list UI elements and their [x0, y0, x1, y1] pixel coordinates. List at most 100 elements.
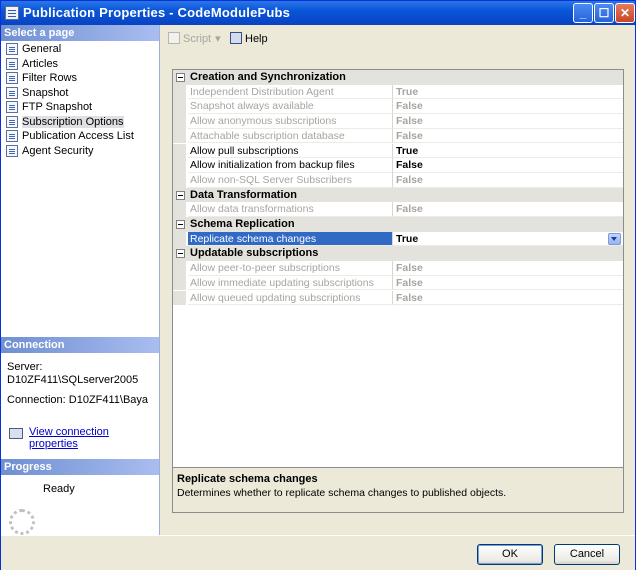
property-value[interactable]: False — [392, 158, 623, 173]
collapse-icon[interactable] — [176, 249, 185, 259]
category-label: Creation and Synchronization — [190, 71, 346, 83]
property-value[interactable]: False — [392, 290, 623, 306]
progress-header: Progress — [1, 459, 159, 475]
property-value[interactable]: True — [392, 84, 623, 100]
property-value-text: False — [396, 276, 423, 289]
property-value[interactable]: False — [392, 275, 623, 291]
row-gutter — [173, 172, 186, 188]
category-label: Schema Replication — [190, 218, 295, 230]
property-row[interactable]: Allow queued updating subscriptions False — [173, 290, 623, 306]
property-row[interactable]: Attachable subscription database False — [173, 128, 623, 144]
category-row[interactable]: Data Transformation — [173, 187, 623, 203]
property-row[interactable]: Allow peer-to-peer subscriptions False — [173, 261, 623, 276]
property-row[interactable]: Allow non-SQL Server Subscribers False — [173, 172, 623, 188]
sidebar-item-label: Agent Security — [22, 144, 94, 157]
sidebar-item-articles[interactable]: Articles — [3, 57, 157, 72]
window-title: Publication Properties - CodeModulePubs — [23, 5, 291, 20]
property-value-text: False — [396, 100, 423, 113]
help-icon — [230, 32, 242, 44]
script-icon — [168, 32, 180, 44]
title-bar[interactable]: Publication Properties - CodeModulePubs … — [1, 1, 635, 25]
connection-header: Connection — [1, 337, 159, 353]
collapse-icon[interactable] — [176, 190, 185, 200]
page-icon — [6, 144, 18, 157]
collapse-icon[interactable] — [176, 73, 185, 82]
collapse-icon[interactable] — [176, 220, 185, 229]
progress-spinner-icon — [9, 509, 35, 535]
row-gutter — [173, 99, 186, 115]
close-icon: ✕ — [619, 6, 631, 20]
property-value[interactable]: False — [392, 202, 623, 217]
property-row[interactable]: Independent Distribution Agent True — [173, 84, 623, 100]
sidebar-item-general[interactable]: General — [3, 42, 157, 57]
property-name: Replicate schema changes — [188, 231, 392, 247]
property-row[interactable]: Allow anonymous subscriptions False — [173, 114, 623, 129]
view-connection-properties-link[interactable]: View connection properties — [29, 426, 159, 450]
dropdown-arrow-icon[interactable] — [608, 232, 621, 245]
minimize-icon: _ — [579, 6, 587, 20]
category-row[interactable]: Updatable subscriptions — [173, 246, 623, 262]
category-label: Updatable subscriptions — [190, 247, 319, 260]
cancel-button[interactable]: Cancel — [554, 544, 620, 565]
property-row[interactable]: Snapshot always available False — [173, 99, 623, 115]
sidebar-item-subscription-options[interactable]: Subscription Options — [3, 115, 157, 130]
property-row[interactable]: Allow data transformations False — [173, 202, 623, 217]
main-panel: Script ▾ Help Creation and Synchronizatio… — [160, 25, 635, 535]
property-row[interactable]: Allow pull subscriptions True — [173, 143, 623, 159]
property-value[interactable]: True — [392, 143, 623, 159]
property-value[interactable]: False — [392, 114, 623, 129]
sidebar-item-label: Snapshot — [22, 86, 69, 99]
row-gutter — [173, 231, 186, 247]
page-icon — [6, 57, 18, 70]
property-value[interactable]: False — [392, 261, 623, 276]
property-name: Independent Distribution Agent — [188, 85, 392, 100]
property-value-text: False — [396, 173, 423, 186]
property-value-text: True — [396, 232, 419, 245]
property-value-text: False — [396, 129, 423, 142]
connection-value: Connection: D10ZF411\Baya — [7, 394, 149, 406]
row-gutter — [173, 143, 186, 159]
property-value-text: False — [396, 262, 423, 275]
category-row[interactable]: Schema Replication — [173, 217, 623, 232]
category-row[interactable]: Creation and Synchronization — [173, 70, 623, 85]
property-name: Allow immediate updating subscriptions — [188, 276, 392, 291]
property-row[interactable]: Allow immediate updating subscriptions Fa… — [173, 275, 623, 291]
property-value[interactable]: False — [392, 172, 623, 188]
sidebar-item-ftp-snapshot[interactable]: FTP Snapshot — [3, 100, 157, 115]
property-value-text: True — [396, 144, 419, 157]
row-gutter — [173, 84, 186, 100]
sidebar-item-label: FTP Snapshot — [22, 101, 93, 113]
sidebar-item-publication-access-list[interactable]: Publication Access List — [3, 129, 157, 144]
page-icon — [6, 86, 18, 99]
property-name: Attachable subscription database — [188, 129, 392, 144]
property-value[interactable]: False — [392, 128, 623, 144]
minimize-button[interactable]: _ — [573, 3, 593, 23]
sidebar-item-label: Subscription Options — [22, 115, 124, 128]
help-button[interactable]: Help — [230, 32, 268, 45]
toolbar: Script ▾ Help — [160, 25, 635, 53]
property-value-text: False — [396, 159, 423, 172]
property-value[interactable]: True — [392, 231, 623, 247]
server-label: Server: — [7, 361, 43, 373]
property-value[interactable]: False — [392, 99, 623, 115]
property-value-text: False — [396, 291, 423, 304]
page-list: General Articles Filter Rows Snapshot FTP Sn… — [3, 42, 157, 158]
close-button[interactable]: ✕ — [615, 3, 635, 23]
sidebar-item-agent-security[interactable]: Agent Security — [3, 144, 157, 159]
property-row[interactable]: Allow initialization from backup files Fa… — [173, 158, 623, 173]
sidebar-item-label: General — [22, 43, 62, 55]
sidebar-item-filter-rows[interactable]: Filter Rows — [3, 71, 157, 86]
property-grid[interactable]: Creation and Synchronization Independent … — [172, 69, 624, 489]
property-value-text: False — [396, 203, 423, 216]
row-gutter — [173, 202, 186, 217]
script-button[interactable]: Script ▾ — [168, 32, 221, 45]
property-value-text: True — [396, 85, 419, 98]
sidebar-item-snapshot[interactable]: Snapshot — [3, 86, 157, 101]
ok-button[interactable]: OK — [477, 544, 543, 565]
maximize-button[interactable]: ☐ — [594, 3, 614, 23]
property-row[interactable]: Replicate schema changes True — [173, 231, 623, 247]
row-gutter — [173, 290, 186, 306]
row-gutter — [173, 114, 186, 129]
filter-icon — [6, 72, 18, 84]
property-name: Snapshot always available — [188, 99, 392, 115]
